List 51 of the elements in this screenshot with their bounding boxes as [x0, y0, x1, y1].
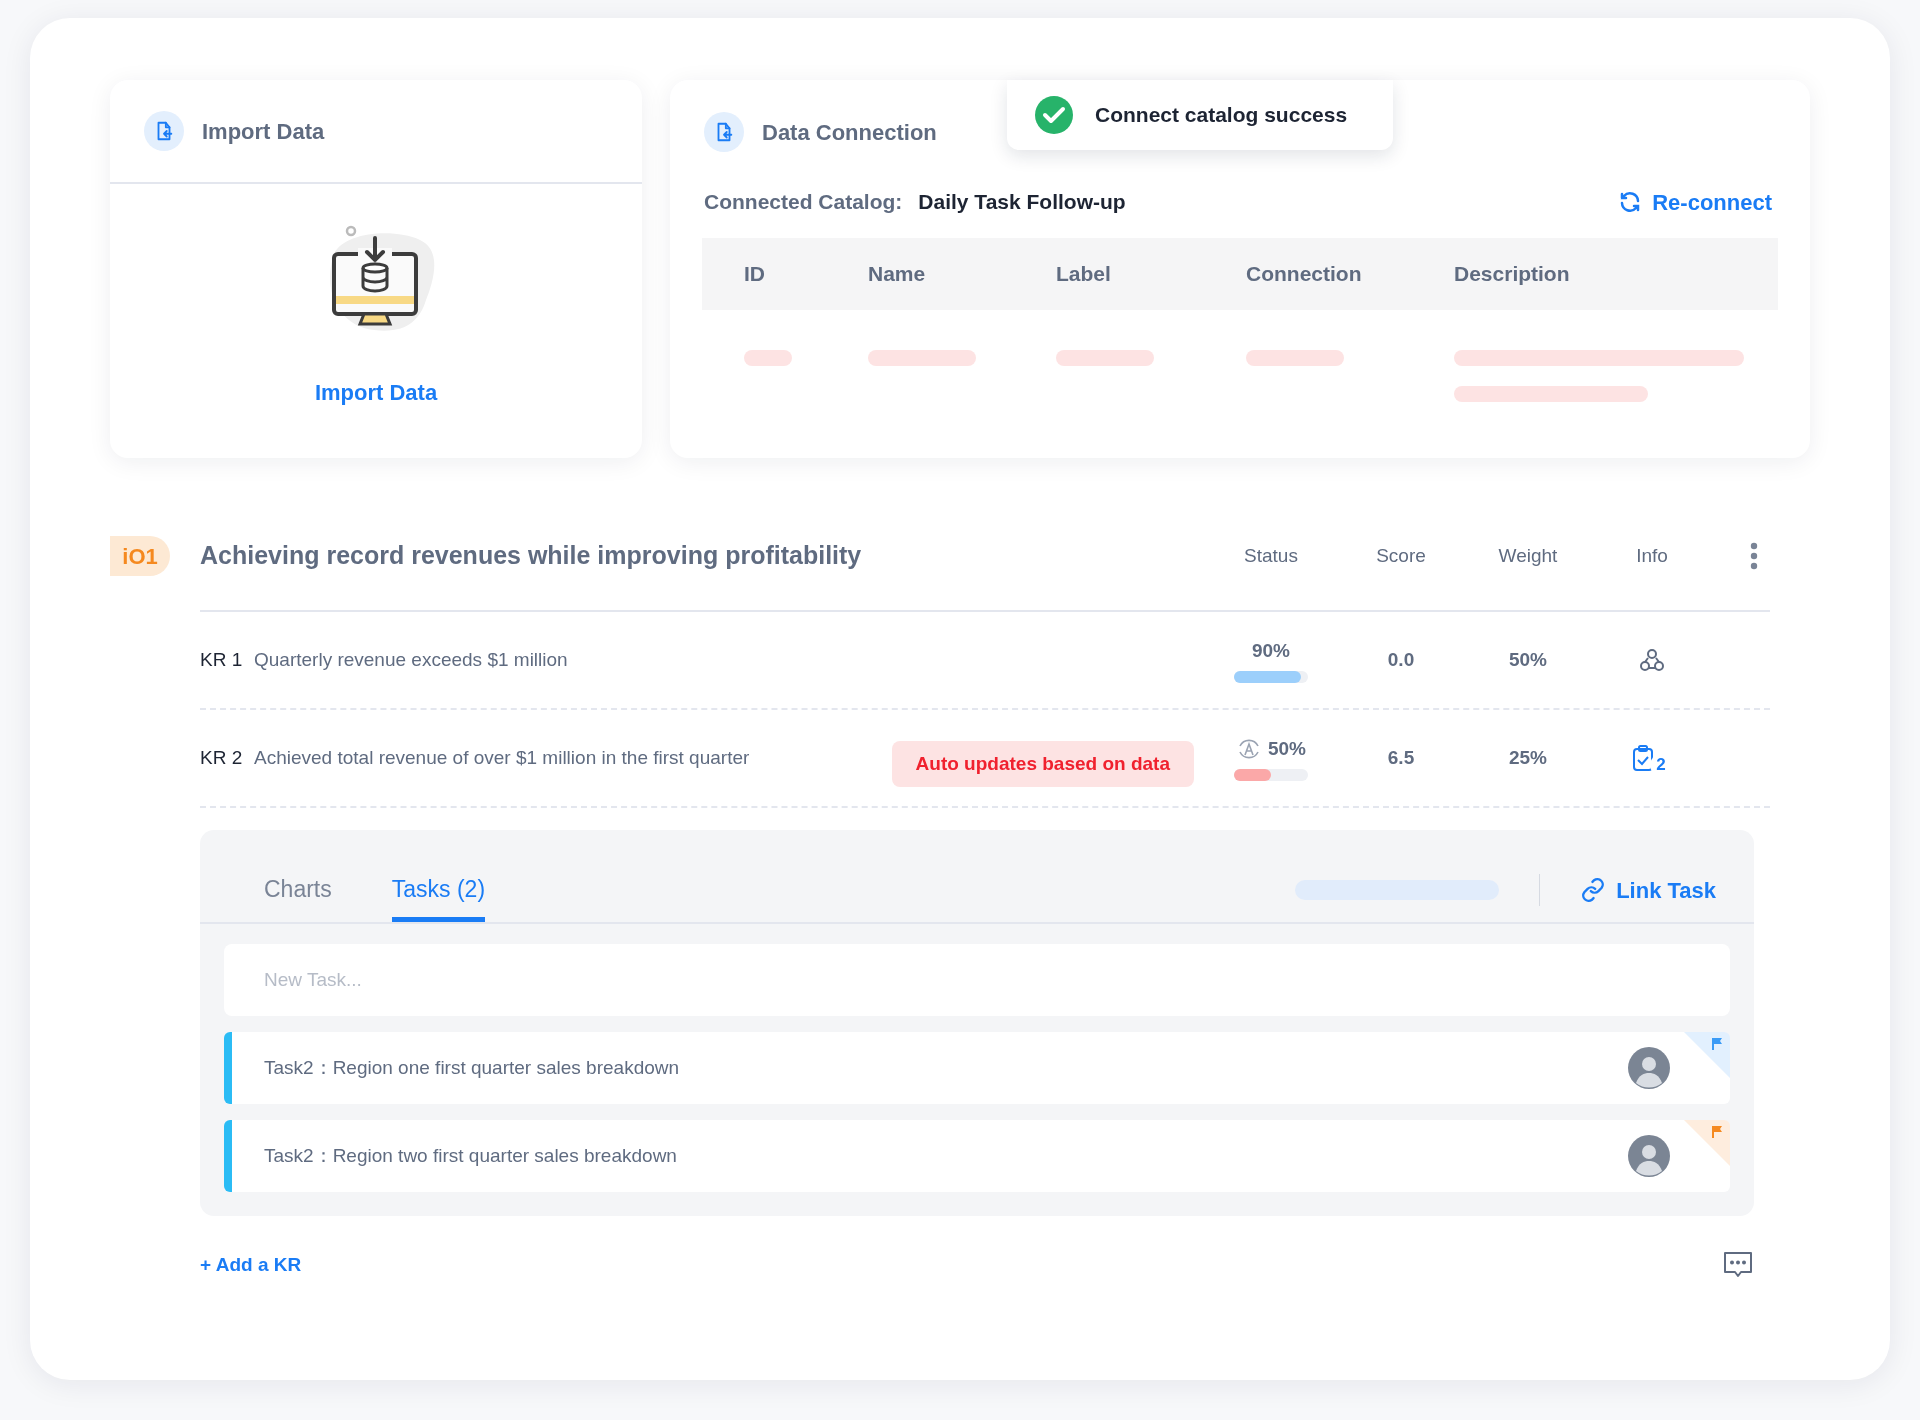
score-value: 6.5	[1386, 745, 1416, 770]
avatar-icon	[1628, 1135, 1670, 1177]
task-title: Task2：Region one first quarter sales breakdown	[264, 1055, 681, 1080]
priority-corner	[1684, 1120, 1730, 1166]
tab[interactable]: Charts	[264, 862, 332, 922]
link-task-button[interactable]: Link Task	[1580, 873, 1716, 907]
objective-badge: iO1	[110, 536, 170, 576]
import-data-link[interactable]: Import Data	[314, 376, 438, 409]
column-header: Description	[1454, 261, 1571, 288]
priority-corner	[1684, 1032, 1730, 1078]
comment-icon[interactable]	[1722, 1250, 1754, 1280]
score-value: 0.0	[1386, 647, 1416, 672]
catalog-label: Connected Catalog:	[704, 189, 903, 216]
more-icon[interactable]	[1750, 542, 1758, 570]
catalog-name: Daily Task Follow-up	[918, 189, 1126, 216]
new-task-field[interactable]: New Task...	[224, 944, 1730, 1016]
kr-label: KR 2	[200, 745, 244, 770]
kr-text: Quarterly revenue exceeds $1 million	[254, 647, 568, 672]
link-icon	[1580, 877, 1607, 903]
weight-value: 50%	[1508, 647, 1548, 672]
status-percent: 90%	[1252, 638, 1290, 663]
column-header: Info	[1635, 543, 1669, 568]
task-row[interactable]: Task2：Region two first quarter sales breakdown	[224, 1120, 1730, 1192]
weight-value: 25%	[1508, 745, 1548, 770]
kr-text: Achieved total revenue of over $1 million in the first quarter	[254, 745, 750, 770]
people-group-icon[interactable]	[1639, 647, 1665, 673]
add-kr-link[interactable]: + Add a KR	[200, 1250, 302, 1280]
card-title: Import Data	[202, 117, 325, 146]
task-row[interactable]: Task2：Region one first quarter sales breakdown	[224, 1032, 1730, 1104]
avatar-icon	[1628, 1047, 1670, 1089]
import-file-icon	[704, 112, 744, 152]
toast-message: Connect catalog success	[1095, 102, 1348, 129]
tab[interactable]: Tasks (2)	[391, 862, 486, 922]
column-header: Name	[868, 261, 927, 288]
objective-title: Achieving record revenues while improving profitability	[200, 540, 863, 572]
column-header: Weight	[1497, 543, 1559, 568]
placeholder-bar	[744, 350, 792, 366]
column-header: ID	[744, 261, 766, 288]
column-header: Connection	[1246, 261, 1363, 288]
column-header: Score	[1375, 543, 1427, 568]
import-file-icon	[144, 111, 184, 151]
card-title: Data Connection	[762, 118, 937, 147]
reconnect-button[interactable]: Re-connect	[1618, 185, 1772, 219]
column-header: Status	[1243, 543, 1299, 568]
auto-update-tooltip: Auto updates based on data	[891, 741, 1194, 787]
check-circle-icon	[1035, 96, 1073, 134]
clipboard-check-icon[interactable]	[1632, 744, 1656, 772]
status-percent: 50%	[1268, 736, 1306, 761]
task-title: Task2：Region two first quarter sales breakdown	[264, 1143, 678, 1168]
column-header: Label	[1056, 261, 1112, 288]
kr-label: KR 1	[200, 647, 244, 672]
